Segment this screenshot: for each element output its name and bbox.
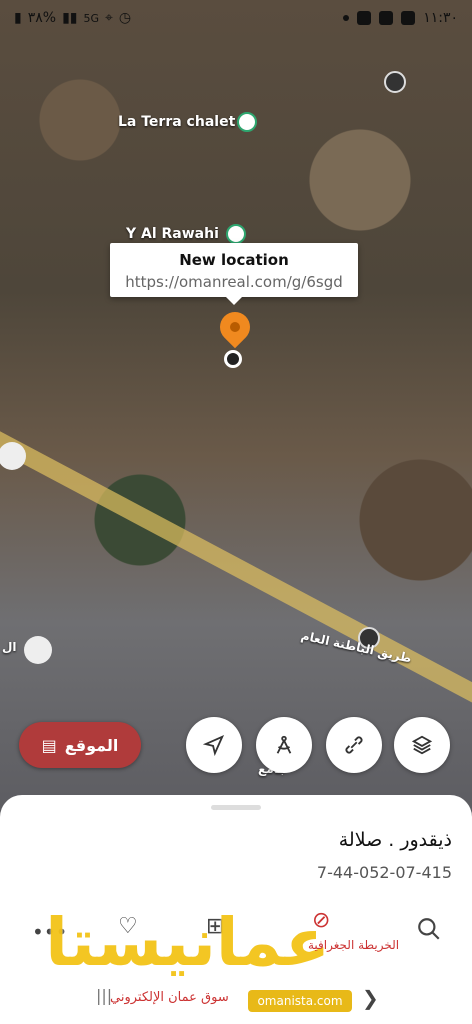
map-tab-label: الخريطة الجغرافية [308,938,400,952]
navigate-button[interactable] [186,717,242,773]
watermark-url: omanista.com [248,990,352,1012]
location-code: 7-44-052-07-415 [316,863,452,882]
map-dot-marker[interactable] [384,71,406,93]
location-button-label: الموقع [64,735,119,755]
selected-location-marker [224,350,242,368]
cloud-icon [379,11,394,25]
omanista-logo: عمانيستا [45,904,330,981]
location-icon: ⌖ [105,10,113,26]
highway-road [0,429,472,709]
poi-label-al-rawahi[interactable]: Y Al Rawahi [126,226,219,242]
document-icon: ▤ [41,735,57,755]
network-label: 5G [83,11,100,25]
location-popup[interactable]: New location https://omanreal.com/g/6sgd [110,243,358,305]
image-icon [401,11,416,25]
poi-label-la-terra[interactable]: La Terra chalet [118,114,235,130]
search-icon[interactable] [416,916,442,942]
satellite-map[interactable]: La Terra chalet Y Al Rawahi New location… [0,0,472,830]
popup-title: New location [179,251,289,269]
share-link-button[interactable] [326,717,382,773]
location-pin-icon[interactable] [213,305,257,349]
signal-icon: ▮▮ [62,10,78,26]
location-button[interactable]: ▤ الموقع [19,722,141,768]
back-chevron-icon[interactable]: ❯ [362,986,379,1010]
clock: ١١:٣٠ [423,10,458,26]
layers-button[interactable] [394,717,450,773]
poi-icon[interactable] [226,224,246,244]
school-icon[interactable] [0,442,26,470]
building-icon[interactable] [24,636,52,664]
measure-button[interactable] [256,717,312,773]
watermark-tagline: سوق عمان الإلكتروني [110,990,229,1005]
layers-icon [411,735,433,755]
compass-draw-icon [276,735,292,754]
alarm-icon: ◷ [118,10,132,26]
popup-url[interactable]: https://omanreal.com/g/6sgd [110,273,358,291]
dnd-icon [357,11,372,25]
poi-icon[interactable] [237,112,257,132]
navigation-arrow-icon [203,734,225,756]
link-icon [345,736,363,754]
notification-dot [343,15,350,21]
left-map-label: ال [2,640,17,654]
battery-level: ٣٨% [27,10,57,26]
status-bar: ▮ ٣٨% ▮▮ 5G ⌖ ◷ ١١:٣٠ [0,0,472,40]
sheet-drag-handle[interactable] [211,805,261,810]
address-text: ذيقدور . صلالة [338,829,452,851]
battery-icon: ▮ [14,10,22,26]
